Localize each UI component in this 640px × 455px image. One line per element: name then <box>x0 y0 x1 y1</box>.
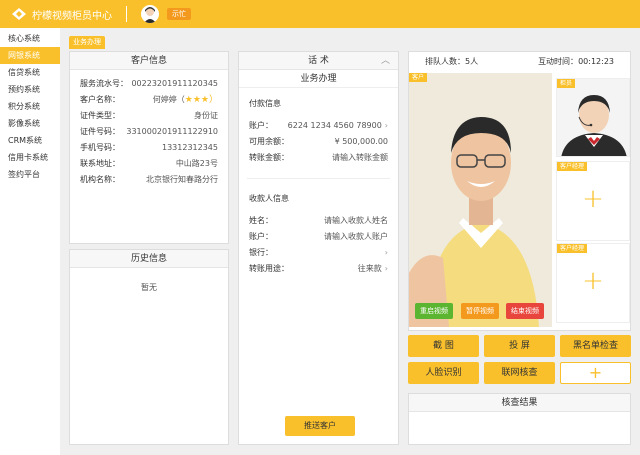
manager-slot-2[interactable]: 客户经理 + <box>556 243 630 323</box>
sidebar-item-core[interactable]: 核心系统 <box>0 30 60 47</box>
chevron-up-icon[interactable]: ︿ <box>381 52 390 70</box>
network-verify-button[interactable]: 联网核查 <box>484 362 555 384</box>
manager-slot-1[interactable]: 客户经理 + <box>556 161 630 241</box>
blacklist-check-button[interactable]: 黑名单检查 <box>560 335 631 357</box>
history-empty: 暂无 <box>141 283 157 292</box>
check-result-title: 核查结果 <box>409 394 630 412</box>
payment-title: 付款信息 <box>249 99 281 108</box>
amount-input: 请输入转账金额 <box>332 153 388 162</box>
payee-bank-row[interactable]: 银行： › <box>239 245 398 261</box>
script-panel: 话 术 ︿ 业务办理 付款信息 账户： 6224 1234 4560 78900 ›… <box>238 51 399 445</box>
queue-bar: 排队人数：5人 互动时间：00:12:23 <box>425 57 614 66</box>
chevron-right-icon: › <box>384 264 388 273</box>
lemon-logo-icon <box>12 8 26 20</box>
avatar[interactable] <box>141 5 159 23</box>
app-title: 柠檬视频柜员中心 <box>32 10 112 22</box>
payee-name-input: 请输入收款人姓名 <box>324 216 388 225</box>
sidebar-item-points[interactable]: 积分系统 <box>0 98 60 115</box>
customer-info-panel: 客户信息 服务流水号： 00223201911120345 客户名称： 何婷婷（★★… <box>69 51 229 244</box>
payee-account-row[interactable]: 账户： 请输入收款人账户 <box>239 229 398 245</box>
add-manager-icon[interactable]: + <box>557 184 629 214</box>
sidebar-item-credit-card[interactable]: 信用卡系统 <box>0 149 60 166</box>
pay-balance-row: 可用余额： ¥ 500,000.00 <box>249 137 388 146</box>
screenshot-button[interactable]: 截 图 <box>408 335 479 357</box>
tab-business[interactable]: 业务办理 <box>69 36 105 49</box>
add-manager-icon[interactable]: + <box>557 266 629 296</box>
row-phone: 手机号码： 13312312345 <box>80 143 218 152</box>
row-serial: 服务流水号： 00223201911120345 <box>80 79 218 88</box>
chevron-right-icon: › <box>384 121 388 130</box>
video-area: 客户 重启视频 暂停视频 结束视频 柜员 客户经理 + 客户经理 + <box>409 73 631 327</box>
status-badge[interactable]: 示忙 <box>167 8 191 20</box>
chevron-right-icon: › <box>384 248 388 257</box>
script-subtitle: 业务办理 <box>239 70 398 88</box>
teller-video: 柜员 <box>556 78 630 157</box>
header-divider <box>126 6 127 22</box>
payee-name-row[interactable]: 姓名： 请输入收款人姓名 <box>239 213 398 229</box>
payee-account-input: 请输入收款人账户 <box>324 232 388 241</box>
teller-person-illustration <box>557 79 629 156</box>
payee-purpose-row[interactable]: 转账用途： 往来款 › <box>239 261 398 277</box>
star-rating: ★★★） <box>184 95 218 105</box>
customer-video: 客户 重启视频 暂停视频 结束视频 <box>409 73 552 327</box>
customer-person-illustration <box>409 73 552 327</box>
row-address: 联系地址： 中山路23号 <box>80 159 218 168</box>
sidebar-item-appointment[interactable]: 预约系统 <box>0 81 60 98</box>
history-title: 历史信息 <box>70 250 228 268</box>
sidebar-item-image[interactable]: 影像系统 <box>0 115 60 132</box>
end-video-button[interactable]: 结束视频 <box>506 303 544 319</box>
sidebar-item-credit[interactable]: 信贷系统 <box>0 64 60 81</box>
face-recognition-button[interactable]: 人脸识别 <box>408 362 479 384</box>
history-panel: 历史信息 暂无 <box>69 249 229 445</box>
sidebar: 核心系统 网银系统 信贷系统 预约系统 积分系统 影像系统 CRM系统 信用卡系… <box>0 28 60 455</box>
pause-video-button[interactable]: 暂停视频 <box>461 303 499 319</box>
top-bar: 柠檬视频柜员中心 示忙 <box>0 0 640 28</box>
teller-tag: 柜员 <box>557 79 576 88</box>
payee-title: 收款人信息 <box>249 194 289 203</box>
cast-screen-button[interactable]: 投 屏 <box>484 335 555 357</box>
script-title: 话 术 <box>308 56 329 66</box>
row-id-number: 证件号码： 331000201911122910 <box>80 127 218 136</box>
sidebar-item-crm[interactable]: CRM系统 <box>0 132 60 149</box>
manager-tag-2: 客户经理 <box>557 244 588 253</box>
customer-info-title: 客户信息 <box>70 52 228 70</box>
manager-tag-1: 客户经理 <box>557 162 588 171</box>
pay-amount-row[interactable]: 转账金额： 请输入转账金额 <box>239 150 398 166</box>
customer-tag: 客户 <box>409 73 428 82</box>
row-id-type: 证件类型： 身份证 <box>80 111 218 120</box>
check-result-panel: 核查结果 <box>408 393 631 445</box>
row-org: 机构名称： 北京银行知春路分行 <box>80 175 218 184</box>
add-action-button[interactable]: + <box>560 362 631 384</box>
row-name: 客户名称： 何婷婷（★★★） <box>80 95 218 105</box>
sidebar-item-ebank[interactable]: 网银系统 <box>0 47 60 64</box>
restart-video-button[interactable]: 重启视频 <box>415 303 453 319</box>
push-customer-button[interactable]: 推送客户 <box>285 416 355 436</box>
script-title-bar: 话 术 ︿ <box>239 52 398 70</box>
sidebar-item-signing[interactable]: 签约平台 <box>0 166 60 183</box>
pay-account-row[interactable]: 账户： 6224 1234 4560 78900 › <box>239 118 398 134</box>
